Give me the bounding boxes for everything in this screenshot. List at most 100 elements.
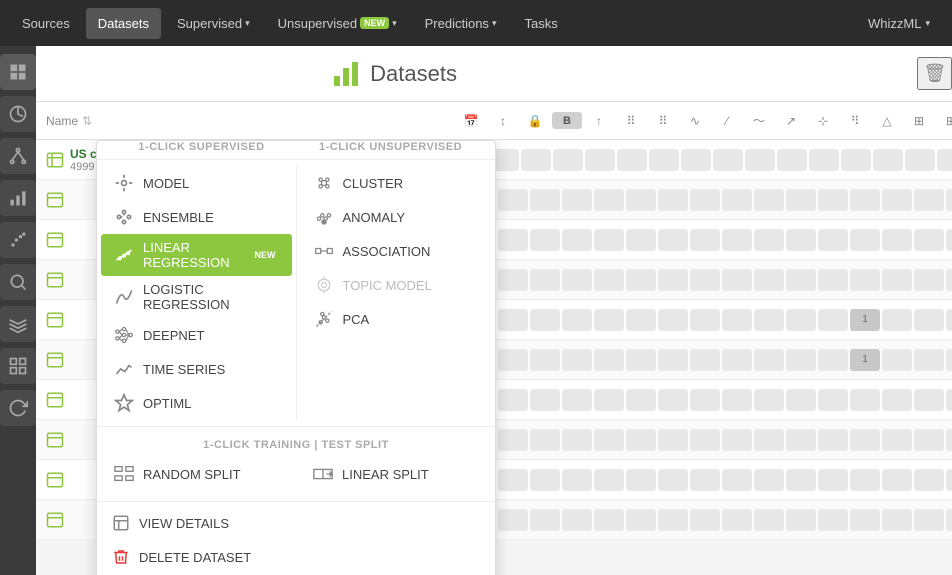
cell [498,509,528,531]
nav-supervised[interactable]: Supervised ▾ [165,8,262,39]
dataset-icon [46,431,64,449]
sidebar-icon-all[interactable] [0,54,36,90]
view-details-item[interactable]: VIEW DETAILS [97,506,495,540]
cell [882,269,912,291]
split-section-title: 1-CLICK TRAINING | TEST SPLIT [97,433,495,453]
nav-user[interactable]: WhizzML ▾ [856,8,942,39]
cell [690,509,720,531]
cell [745,149,775,171]
main-area: Datasets 🗑 🔍 Name ⇅ 📅 ↕ 🔒 B ↑ ⠿ [0,46,952,575]
time-series-item[interactable]: TIME SERIES [101,352,292,386]
cell [818,189,848,211]
cell [530,469,560,491]
nav-predictions[interactable]: Predictions ▾ [413,8,509,39]
cell [786,189,816,211]
cell [754,269,784,291]
predictions-caret: ▾ [492,18,497,29]
datasets-title: Datasets [330,58,457,90]
model-item[interactable]: MODEL [101,166,292,200]
cell [690,189,720,211]
cell [850,389,880,411]
cell [818,389,848,411]
sidebar-icon-grid[interactable] [0,348,36,384]
table-body: US car accidents [ordered] 4999 instance… [36,140,952,575]
supervised-caret: ▾ [245,18,250,29]
dataset-icon [46,191,64,209]
cell [786,269,816,291]
nav-unsupervised[interactable]: Unsupervised NEW ▾ [266,8,409,39]
cell [914,509,944,531]
row-cells [466,189,952,211]
cell [722,469,752,491]
cell [786,349,816,371]
logistic-regression-item[interactable]: LOGISTIC REGRESSION [101,276,292,318]
dataset-icon [46,151,64,169]
sidebar-icon-scatter[interactable] [0,222,36,258]
row-cells [466,469,952,491]
anomaly-item[interactable]: ANOMALY [301,200,492,234]
cell [585,149,615,171]
cell [498,269,528,291]
sidebar-icon-chart[interactable] [0,96,36,132]
th-col-2: ↕ [488,112,518,129]
pca-item[interactable]: PCA [301,302,492,336]
cell [658,229,688,251]
deepnet-icon [113,324,135,346]
cell [946,189,952,211]
trash-button[interactable]: 🗑 [917,57,952,90]
sidebar-icon-refresh[interactable] [0,390,36,426]
cell [754,229,784,251]
cell [946,509,952,531]
cell [690,349,720,371]
cell [754,389,784,411]
nav-sources[interactable]: Sources [10,8,82,39]
random-split-item[interactable]: RANDOM SPLIT [101,457,292,491]
cell [722,429,752,451]
cell-num: 1 [850,349,880,371]
nav-tasks[interactable]: Tasks [512,8,569,39]
cell [722,309,752,331]
cluster-item[interactable]: CLUSTER [301,166,492,200]
split-section: 1-CLICK TRAINING | TEST SPLIT RANDOM SPL… [97,426,495,501]
nav-datasets[interactable]: Datasets [86,8,161,39]
cell [658,309,688,331]
cell [530,229,560,251]
optiml-item[interactable]: OPTIML [101,386,292,420]
linear-regression-icon [113,244,135,266]
cell [626,389,656,411]
cell [530,189,560,211]
cell [498,469,528,491]
cell [722,229,752,251]
delete-dataset-icon [111,547,131,567]
cell [626,309,656,331]
sidebar-icon-search[interactable] [0,264,36,300]
cell [882,349,912,371]
dataset-icon [46,391,64,409]
linear-split-item[interactable]: LINEAR SPLIT [300,457,491,491]
association-item[interactable]: ASSOCIATION [301,234,492,268]
sidebar-icon-network[interactable] [0,138,36,174]
cell [626,349,656,371]
cell [786,429,816,451]
cell [818,429,848,451]
row-cells [489,149,952,171]
action-section: VIEW DETAILS DELETE DATASET M [97,501,495,575]
linear-regression-item[interactable]: LINEAR REGRESSION NEW [101,234,292,276]
th-col-arrow: ↗ [776,112,806,129]
sidebar-icon-bar[interactable] [0,180,36,216]
cell [530,309,560,331]
cell [850,469,880,491]
deepnet-item[interactable]: DEEPNET [101,318,292,352]
sidebar-icon-layer[interactable] [0,306,36,342]
ensemble-item[interactable]: ENSEMBLE [101,200,292,234]
cell [722,269,752,291]
sort-icon[interactable]: ⇅ [82,114,92,128]
header-icons: 🗑 🔍 [917,57,952,90]
cell [498,309,528,331]
linear-split-col: LINEAR SPLIT [296,453,495,495]
dataset-icon [46,311,64,329]
cell [786,309,816,331]
delete-dataset-item[interactable]: DELETE DATASET [97,540,495,574]
th-col-slash: ∕ [712,112,742,129]
cell [681,149,711,171]
